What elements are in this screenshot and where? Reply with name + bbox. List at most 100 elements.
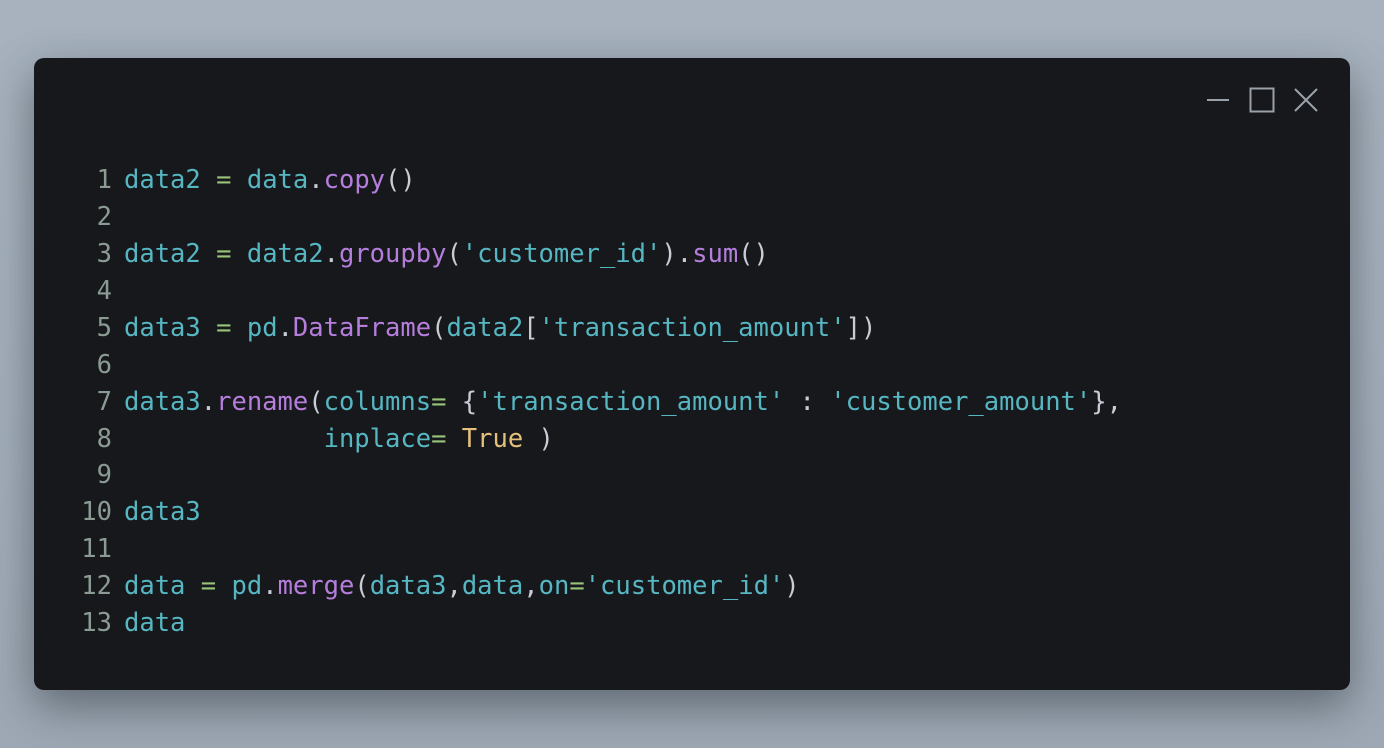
code-line[interactable]: 6 — [78, 347, 1122, 384]
line-number: 9 — [96, 460, 112, 490]
code-token: , — [446, 571, 462, 601]
code-token: = — [200, 571, 217, 601]
code-token: data3 — [124, 313, 201, 343]
code-editor[interactable]: 1 data2 = data.copy() 2 3 data2 = data2.grou… — [78, 162, 1122, 641]
code-token: True — [461, 424, 524, 454]
close-button[interactable] — [1292, 86, 1320, 114]
code-line[interactable]: 4 — [78, 273, 1122, 310]
maximize-button[interactable] — [1248, 86, 1276, 114]
line-source: data3 — [124, 494, 201, 531]
code-token: . — [262, 571, 278, 601]
code-token: ( — [446, 239, 462, 269]
line-number: 4 — [96, 276, 112, 306]
line-number: 12 — [81, 571, 112, 601]
code-token: ( — [308, 387, 324, 417]
code-token: 'customer_id' — [461, 239, 662, 269]
code-token: pd — [231, 571, 263, 601]
code-token: data2 — [124, 239, 201, 269]
code-token: ( — [431, 313, 447, 343]
code-line[interactable]: 2 — [78, 199, 1122, 236]
code-token: inplace — [323, 424, 432, 454]
code-token: ( — [354, 571, 370, 601]
code-token: groupby — [338, 239, 447, 269]
line-number: 8 — [96, 424, 112, 454]
code-token: . — [200, 387, 217, 417]
code-line[interactable]: 13 data — [78, 605, 1122, 641]
code-token: pd — [246, 313, 278, 343]
code-token: () — [385, 165, 416, 195]
code-line[interactable]: 9 — [78, 457, 1122, 494]
code-token: , — [523, 571, 539, 601]
code-token: data — [124, 608, 186, 638]
code-token: 'transaction_amount' — [538, 313, 846, 343]
code-token: data — [461, 571, 524, 601]
code-token: () — [738, 239, 769, 269]
code-token: ). — [661, 239, 693, 269]
line-source: data2 = data2.groupby('customer_id').sum… — [124, 236, 769, 273]
code-token: : — [784, 387, 831, 417]
code-token: ]) — [845, 313, 877, 343]
code-token: merge — [277, 571, 355, 601]
code-token: data — [124, 571, 186, 601]
code-line[interactable]: 11 — [78, 531, 1122, 568]
code-token: data3 — [124, 497, 201, 527]
code-token: = — [569, 571, 585, 601]
code-token: . — [277, 313, 293, 343]
code-token: = — [431, 387, 447, 417]
code-token: 'customer_amount' — [830, 387, 1092, 417]
line-number: 3 — [96, 239, 112, 269]
line-number: 13 — [81, 608, 112, 638]
code-line[interactable]: 12 data = pd.merge(data3,data,on='custome… — [78, 568, 1122, 605]
line-number: 5 — [96, 313, 112, 343]
code-token: 'customer_id' — [584, 571, 785, 601]
code-token: . — [308, 165, 324, 195]
code-token: = — [216, 165, 232, 195]
code-token: sum — [692, 239, 739, 269]
code-token: ) — [523, 424, 554, 454]
code-window: 1 data2 = data.copy() 2 3 data2 = data2.grou… — [34, 58, 1350, 690]
code-token: columns — [323, 387, 432, 417]
code-line[interactable]: 5 data3 = pd.DataFrame(data2['transaction… — [78, 310, 1122, 347]
maximize-icon — [1249, 87, 1275, 113]
code-token: }, — [1091, 387, 1122, 417]
code-token: data2 — [446, 313, 524, 343]
minimize-icon — [1207, 99, 1229, 101]
code-line[interactable]: 3 data2 = data2.groupby('customer_id').su… — [78, 236, 1122, 273]
code-token: [ — [523, 313, 539, 343]
line-source: data — [124, 605, 185, 641]
code-token: rename — [216, 387, 309, 417]
code-token: ) — [784, 571, 800, 601]
code-token: = — [431, 424, 447, 454]
code-token: data3 — [124, 387, 201, 417]
line-source: data = pd.merge(data3,data,on='customer_… — [124, 568, 800, 605]
code-token: . — [323, 239, 339, 269]
line-number: 11 — [81, 534, 112, 564]
line-number: 1 — [96, 165, 112, 195]
minimize-button[interactable] — [1204, 86, 1232, 114]
code-token: copy — [323, 165, 386, 195]
code-token: data2 — [246, 239, 324, 269]
code-token: data2 — [124, 165, 201, 195]
line-source: data3 = pd.DataFrame(data2['transaction_… — [124, 310, 876, 347]
line-number: 2 — [96, 202, 112, 232]
code-line[interactable]: 7 data3.rename(columns= {'transaction_amo… — [78, 384, 1122, 421]
code-token: on — [538, 571, 570, 601]
line-number: 7 — [96, 387, 112, 417]
code-token: { — [446, 387, 478, 417]
code-line[interactable]: 8 inplace= True ) — [78, 421, 1122, 457]
line-source: inplace= True ) — [124, 421, 554, 457]
code-token: = — [216, 313, 232, 343]
code-line[interactable]: 1 data2 = data.copy() — [78, 162, 1122, 199]
window-controls — [1188, 86, 1320, 114]
line-source: data2 = data.copy() — [124, 162, 416, 199]
code-line[interactable]: 10 data3 — [78, 494, 1122, 531]
